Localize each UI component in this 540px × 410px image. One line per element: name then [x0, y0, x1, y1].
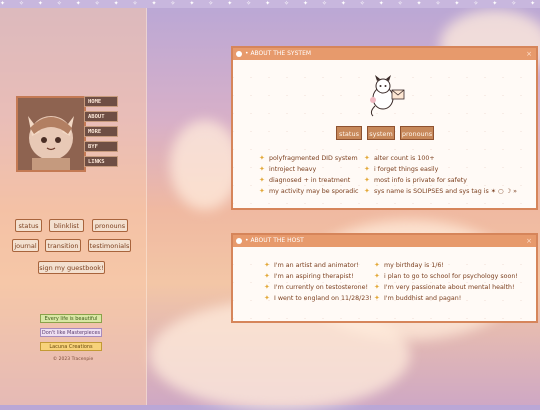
list-item: ✦ diagnosed + in treatment	[259, 176, 351, 184]
panel-titlebar: • ABOUT THE SYSTEM ×	[233, 48, 536, 60]
list-item: ✦ most info is private for safety	[364, 176, 467, 184]
guestbook-link[interactable]: sign my guestbook!	[38, 261, 105, 274]
panel-titlebar: • ABOUT THE HOST ×	[233, 235, 536, 247]
star-icon: ✦	[374, 272, 380, 280]
system-panel: • ABOUT THE SYSTEM × status system prono…	[231, 46, 538, 210]
cloud	[170, 120, 240, 210]
list-item: ✦ I'm very passionate about mental health…	[374, 283, 515, 291]
list-item: ✦ I went to england on 11/28/23!	[264, 294, 372, 302]
list-item: ✦ I'm currently on testosterone!	[264, 283, 369, 291]
host-facts-right: ✦ my birthday is 1/6! ✦ i plan to go to sc…	[374, 260, 518, 304]
copyright: © 2023 Tracenpie	[52, 357, 94, 362]
avatar	[16, 96, 86, 172]
stamp-badge[interactable]: Every life is beautiful	[40, 314, 102, 323]
nav-about[interactable]: ABOUT	[84, 111, 118, 122]
nav-home[interactable]: HOME	[84, 96, 118, 107]
list-item: ✦ i forget things easily	[364, 165, 439, 173]
stamp-badge[interactable]: Don't like Masterpieces	[40, 328, 102, 337]
close-icon[interactable]: ×	[526, 48, 532, 60]
nav-more[interactable]: MORE	[84, 126, 118, 137]
list-item: ✦ i plan to go to school for psychology s…	[374, 272, 518, 280]
star-icon: ✦	[264, 283, 270, 291]
list-item: ✦ I'm an aspiring therapist!	[264, 272, 354, 280]
mascot-image	[370, 75, 405, 117]
star-icon: ✦	[374, 283, 380, 291]
star-icon: ✦	[264, 294, 270, 302]
system-facts-right: ✦ alter count is 100+ ✦ i forget things ea…	[364, 153, 517, 197]
pronouns-link[interactable]: pronouns	[92, 219, 128, 232]
star-icon: ✦	[364, 187, 370, 195]
transition-link[interactable]: transition	[45, 239, 81, 252]
list-item: ✦ I'm buddhist and pagan!	[374, 294, 462, 302]
host-panel: • ABOUT THE HOST × ✦ I'm an artist and an…	[231, 233, 538, 323]
star-icon: ✦	[264, 261, 270, 269]
system-button[interactable]: system	[367, 126, 395, 140]
star-icon: ✦	[259, 165, 265, 173]
heart-icon	[236, 238, 242, 244]
star-icon: ✦	[364, 165, 370, 173]
heart-icon	[236, 51, 242, 57]
list-item: ✦ my birthday is 1/6!	[374, 261, 444, 269]
nav-menu: HOME ABOUT MORE BYF LINKS	[84, 96, 118, 171]
list-item: ✦ alter count is 100+	[364, 154, 435, 162]
star-icon: ✦	[264, 272, 270, 280]
status-button[interactable]: status	[336, 126, 362, 140]
star-icon: ✦	[364, 154, 370, 162]
nav-links[interactable]: LINKS	[84, 156, 118, 167]
list-item: ✦ I'm an artist and animator!	[264, 261, 359, 269]
testimonials-link[interactable]: testimonials	[88, 239, 131, 252]
list-item: ✦ my activity may be sporadic	[259, 187, 359, 195]
blinklist-link[interactable]: blinklist	[49, 219, 84, 232]
close-icon[interactable]: ×	[526, 235, 532, 247]
star-icon: ✦	[374, 261, 380, 269]
star-icon: ✦	[374, 294, 380, 302]
system-facts-left: ✦ polyfragmented DID system ✦ introject he…	[259, 153, 358, 197]
list-item: ✦ polyfragmented DID system	[259, 154, 358, 162]
panel-title: • ABOUT THE HOST	[245, 237, 304, 244]
stamp-badge[interactable]: Lacuna Creations	[40, 342, 102, 351]
host-facts-left: ✦ I'm an artist and animator! ✦ I'm an asp…	[264, 260, 372, 304]
star-icon: ✦	[259, 187, 265, 195]
star-icon: ✦	[364, 176, 370, 184]
star-icon: ✦	[259, 154, 265, 162]
nav-byf[interactable]: BYF	[84, 141, 118, 152]
list-item: ✦ sys name is SOLIPSES and sys tag is ✶ ○…	[364, 187, 518, 195]
pronouns-button[interactable]: pronouns	[400, 126, 434, 140]
panel-title: • ABOUT THE SYSTEM	[245, 50, 312, 57]
status-link[interactable]: status	[15, 219, 42, 232]
top-star-strip: ✦ ✧ ✦ ✧ ✦ ✧ ✦ ✧ ✦ ✧ ✦ ✧ ✦ ✧ ✦ ✧ ✦ ✧ ✦ ✧ …	[0, 0, 540, 8]
list-item: ✦ introject heavy	[259, 165, 317, 173]
journal-link[interactable]: journal	[12, 239, 39, 252]
panel-body: ✦ I'm an artist and animator! ✦ I'm an asp…	[233, 247, 536, 321]
star-icon: ✦	[259, 176, 265, 184]
panel-body: status system pronouns ✦ polyfragmented D…	[233, 60, 536, 208]
